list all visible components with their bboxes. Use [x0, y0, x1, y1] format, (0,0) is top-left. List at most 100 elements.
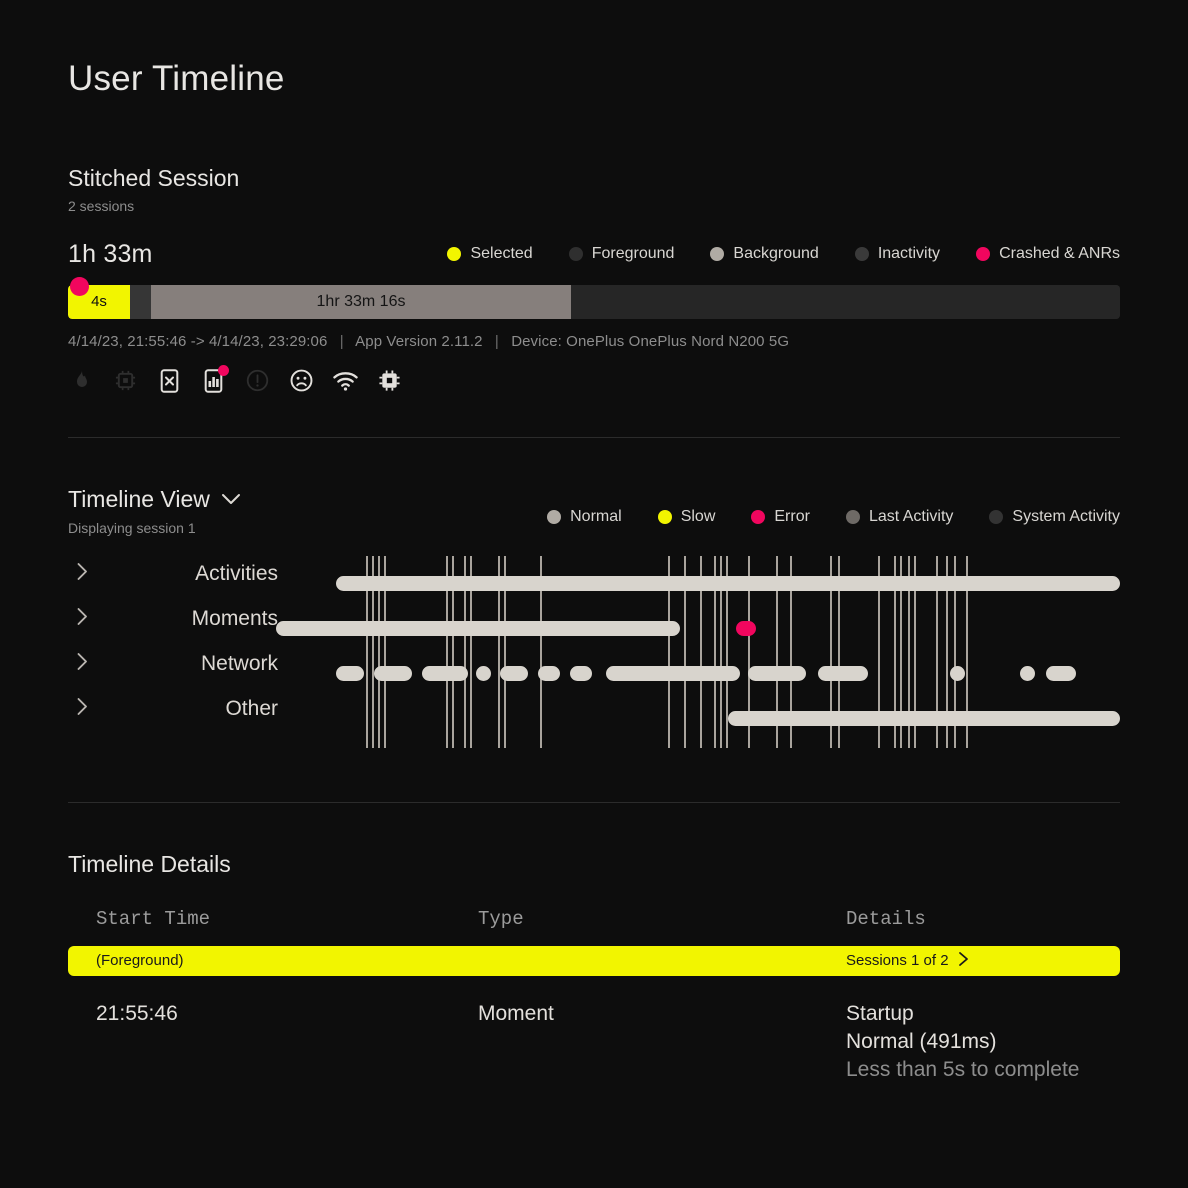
stitched-legend: Selected Foreground Background Inactivity Cr…	[447, 245, 1120, 263]
alert-circle-icon[interactable]	[244, 367, 271, 394]
timeline-plot[interactable]	[276, 552, 1120, 752]
timeline-segment-network[interactable]	[1020, 665, 1035, 681]
phone-close-icon[interactable]	[156, 367, 183, 394]
stitched-session-subtitle: 2 sessions	[68, 197, 135, 214]
timeline-segment-network[interactable]	[422, 665, 468, 681]
cpu-chip-icon[interactable]	[112, 367, 139, 394]
timeline-segment-activities[interactable]	[336, 575, 1120, 591]
legend-dot-icon	[854, 247, 869, 262]
legend-label: System Activity	[1012, 507, 1120, 525]
session-bar-track[interactable]: 4s 1hr 33m 16s	[68, 284, 1120, 319]
chevron-right-icon[interactable]	[76, 652, 89, 677]
chevron-right-icon[interactable]	[76, 607, 89, 632]
timeline-legend-item-last-activity[interactable]: Last Activity	[845, 507, 954, 526]
legend-label: Background	[733, 245, 819, 263]
timeline-segment-moments[interactable]	[276, 620, 680, 636]
meta-separator-1: |	[339, 332, 344, 350]
wifi-icon[interactable]	[332, 367, 359, 394]
legend-label: Error	[774, 507, 810, 525]
legend-dot-icon	[976, 247, 991, 262]
timeline-segment-network[interactable]	[748, 665, 806, 681]
stitched-legend-item-foreground[interactable]: Foreground	[568, 245, 675, 263]
legend-dot-icon	[657, 509, 672, 524]
timeline-tracks: Activities Moments Network Other	[68, 552, 1120, 752]
timeline-legend-item-error[interactable]: Error	[751, 508, 810, 526]
legend-dot-icon	[845, 509, 860, 524]
stitched-session-section: Stitched Session 2 sessions 1h 33m Selec…	[68, 165, 1120, 396]
session-bar[interactable]: 4s 1hr 33m 16s	[68, 276, 1120, 319]
timeline-segment-network[interactable]	[500, 665, 528, 681]
app-version: App Version 2.11.2	[355, 332, 483, 350]
stitched-legend-item-background[interactable]: Background	[710, 245, 819, 263]
crash-marker-icon[interactable]	[70, 276, 89, 296]
legend-label: Last Activity	[868, 507, 954, 525]
timeline-legend: Normal Slow Error Last Activity System Activ…	[547, 508, 1120, 526]
stitched-legend-item-crashed-anrs[interactable]: Crashed & ANRs	[976, 245, 1120, 263]
timeline-legend-item-system-activity[interactable]: System Activity	[989, 508, 1120, 526]
chevron-right-icon[interactable]	[76, 562, 89, 587]
timeline-segment-network[interactable]	[570, 665, 592, 681]
column-header-details: Details	[846, 907, 926, 930]
legend-dot-icon	[547, 509, 562, 524]
column-header-start-time: Start Time	[96, 907, 211, 930]
timeline-segment-network[interactable]	[476, 665, 491, 681]
chevron-right-icon[interactable]	[76, 697, 89, 722]
user-timeline-page: User Timeline Stitched Session 2 session…	[0, 0, 1188, 1188]
flame-icon[interactable]	[68, 367, 95, 394]
stitched-legend-item-selected[interactable]: Selected	[447, 245, 533, 263]
row-detail-secondary: Normal (491ms)	[846, 1029, 997, 1053]
page-title: User Timeline	[68, 59, 285, 98]
track-label: Activities	[195, 562, 278, 586]
segment-inactivity[interactable]	[571, 284, 1120, 319]
legend-dot-icon	[751, 509, 766, 524]
track-label-column: Activities Moments Network Other	[68, 552, 328, 732]
track-label: Moments	[191, 607, 278, 631]
row-details: Startup Normal (491ms) Less than 5s to c…	[846, 1002, 1092, 1082]
divider-1	[68, 436, 1120, 438]
legend-label: Slow	[680, 507, 716, 525]
device-name: Device: OnePlus OnePlus Nord N200 5G	[511, 332, 790, 350]
track-row-other[interactable]: Other	[68, 687, 328, 732]
stitched-legend-item-inactivity[interactable]: Inactivity	[854, 245, 941, 263]
timeline-view-section: Timeline View Displaying session 1 Norma…	[68, 486, 1120, 752]
timeline-segment-network[interactable]	[374, 665, 412, 681]
icon-badge-dot	[218, 365, 229, 377]
sad-face-icon[interactable]	[288, 367, 315, 394]
session-meta: 4/14/23, 21:55:46 -> 4/14/23, 23:29:06 |…	[68, 333, 1120, 350]
segment-foreground[interactable]: 1hr 33m 16s	[151, 284, 571, 319]
timeline-segment-network[interactable]	[336, 665, 364, 681]
legend-dot-icon	[710, 247, 725, 262]
details-row-foreground[interactable]: (Foreground) Sessions 1 of 2	[68, 945, 1120, 976]
chevron-down-icon[interactable]	[221, 493, 241, 505]
legend-label: Foreground	[591, 245, 675, 263]
timeline-segment-network[interactable]	[538, 665, 560, 681]
duration-legend-row: 1h 33m Selected Foreground Background Inact…	[68, 240, 1120, 269]
timeline-view-title-row[interactable]: Timeline View	[68, 486, 241, 513]
details-row-moment[interactable]: 21:55:46 Moment Startup Normal (491ms) L…	[68, 1002, 1120, 1082]
chevron-right-icon[interactable]	[958, 951, 970, 971]
timeline-segment-network[interactable]	[606, 665, 740, 681]
timeline-legend-item-slow[interactable]: Slow	[657, 507, 716, 526]
timeline-details-title: Timeline Details	[68, 850, 231, 877]
foreground-row-details[interactable]: Sessions 1 of 2	[846, 951, 1092, 971]
track-label: Other	[225, 697, 278, 721]
sessions-count-label: Sessions 1 of 2	[846, 952, 949, 970]
phone-chart-icon[interactable]	[200, 365, 229, 394]
timeline-legend-item-normal[interactable]: Normal	[547, 508, 622, 526]
timeline-segment-moments[interactable]	[736, 620, 756, 636]
track-row-network[interactable]: Network	[68, 642, 328, 687]
stitched-session-title: Stitched Session	[68, 164, 240, 191]
track-row-activities[interactable]: Activities	[68, 552, 328, 597]
legend-dot-icon	[989, 509, 1004, 524]
memory-chip-icon[interactable]	[376, 367, 403, 394]
row-detail-main: Startup	[846, 1001, 914, 1025]
foreground-row-start-time: (Foreground)	[96, 952, 184, 970]
row-type: Moment	[478, 1001, 554, 1025]
timeline-segment-other[interactable]	[728, 710, 1120, 726]
timeline-segment-network[interactable]	[950, 665, 965, 681]
legend-label: Inactivity	[877, 245, 941, 263]
row-detail-note: Less than 5s to complete	[846, 1057, 1080, 1081]
segment-gap[interactable]	[130, 284, 151, 319]
timeline-segment-network[interactable]	[818, 665, 868, 681]
timeline-segment-network[interactable]	[1046, 665, 1076, 681]
